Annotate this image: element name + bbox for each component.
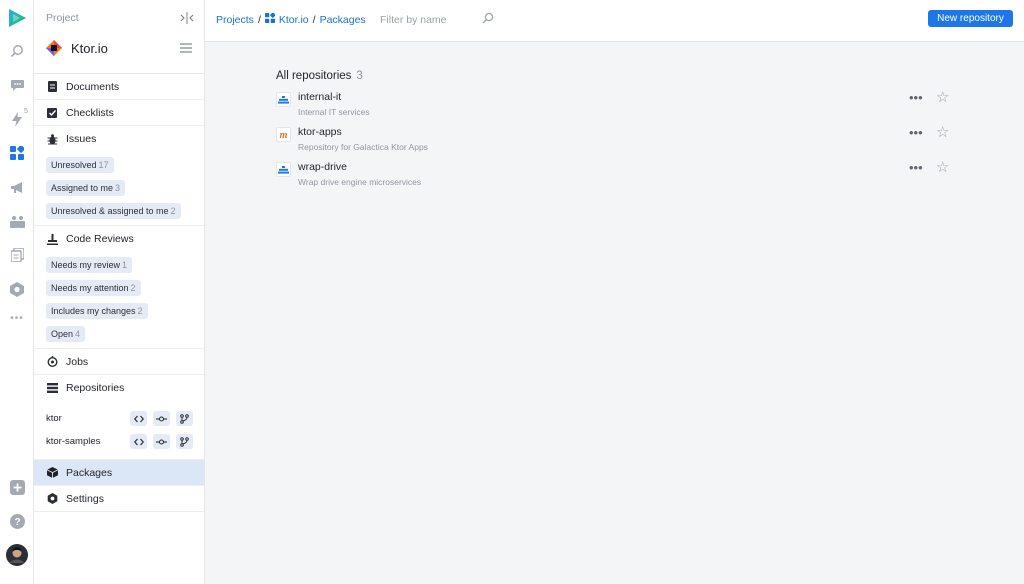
help-icon[interactable]: ? — [8, 512, 26, 530]
settings-icon — [46, 493, 58, 505]
svg-text:?: ? — [14, 517, 20, 528]
add-icon[interactable] — [8, 478, 26, 496]
chip-includes-my-changes[interactable]: Includes my changes 2 — [46, 303, 148, 319]
app-rail: 5 ••• ? — [0, 0, 34, 584]
sidebar-item-label: Repositories — [66, 382, 125, 394]
repo-name: ktor — [46, 413, 62, 424]
repository-description: Repository for Galactica Ktor Apps — [298, 142, 428, 152]
breadcrumb-separator: / — [257, 13, 261, 26]
star-icon[interactable]: ☆ — [936, 88, 949, 106]
repository-name[interactable]: wrap-drive — [298, 161, 347, 173]
sidebar-repo-row[interactable]: ktor — [34, 407, 204, 430]
document-icon — [46, 81, 58, 93]
sidebar-item-label: Jobs — [66, 355, 89, 368]
repositories-icon — [46, 382, 58, 394]
repository-name[interactable]: internal-it — [298, 91, 341, 103]
repository-count: 3 — [356, 70, 363, 82]
breadcrumb-project-link[interactable]: Ktor.io — [279, 14, 309, 26]
more-options-icon[interactable]: ••• — [909, 125, 923, 140]
hexagon-icon[interactable] — [8, 280, 26, 298]
chat-icon[interactable] — [8, 76, 26, 94]
code-browse-button[interactable] — [130, 434, 147, 449]
repository-description: Internal IT services — [298, 107, 370, 117]
apps-icon — [264, 12, 276, 26]
search-icon[interactable] — [8, 42, 26, 60]
chip-assigned-to-me[interactable]: Assigned to me 3 — [46, 180, 126, 196]
chip-needs-my-review[interactable]: Needs my review 1 — [46, 257, 133, 273]
logo-icon[interactable] — [7, 8, 27, 28]
sidebar-item-checklists[interactable]: Checklists — [34, 100, 204, 126]
search-icon[interactable] — [482, 12, 494, 24]
team-icon[interactable] — [8, 212, 26, 230]
more-options-icon[interactable]: ••• — [909, 90, 923, 105]
branches-button[interactable] — [176, 411, 193, 426]
breadcrumb: Projects / Ktor.io / Packages — [216, 12, 366, 26]
maven-icon: m — [276, 127, 291, 142]
megaphone-icon[interactable] — [8, 178, 26, 196]
star-icon[interactable]: ☆ — [936, 123, 949, 141]
jobs-icon — [46, 356, 58, 368]
sidebar-item-settings[interactable]: Settings — [34, 486, 204, 512]
sidebar-item-label: Issues — [66, 133, 97, 145]
sidebar-item-label: Checklists — [66, 106, 114, 119]
sidebar-item-label: Settings — [66, 492, 104, 505]
sidebar-item-jobs[interactable]: Jobs — [34, 349, 204, 375]
commits-button[interactable] — [153, 434, 170, 449]
sidebar-section-label: Project — [46, 12, 79, 24]
sidebar-repo-row[interactable]: ktor-samples — [34, 430, 204, 453]
sidebar-item-label: Packages — [66, 466, 113, 479]
sidebar-repo-list: ktor ktor-samples — [34, 401, 204, 460]
sidebar-item-code-reviews[interactable]: Code Reviews — [34, 226, 204, 252]
hamburger-menu-icon[interactable] — [180, 43, 192, 53]
chip-unresolved[interactable]: Unresolved 17 — [46, 157, 114, 173]
more-icon[interactable]: ••• — [8, 309, 26, 327]
breadcrumb-current-page[interactable]: Packages — [320, 14, 366, 26]
project-name[interactable]: Ktor.io — [71, 41, 108, 56]
avatar[interactable] — [6, 544, 28, 566]
container-icon — [276, 92, 291, 107]
filter-input[interactable] — [380, 12, 495, 28]
list-item[interactable]: wrap-drive Wrap drive engine microservic… — [276, 158, 956, 194]
collapse-sidebar-icon[interactable] — [180, 12, 194, 24]
new-repository-button[interactable]: New repository — [928, 10, 1013, 27]
checklist-icon — [46, 107, 58, 119]
page-title: All repositories 3 — [276, 70, 363, 82]
docs-icon[interactable] — [8, 246, 26, 264]
branches-button[interactable] — [176, 434, 193, 449]
sidebar-header: Project Ktor.io — [34, 0, 204, 74]
commits-button[interactable] — [153, 411, 170, 426]
top-bar: Projects / Ktor.io / Packages New reposi… — [205, 0, 1024, 42]
sidebar-item-label: Code Reviews — [66, 233, 134, 245]
code-browse-button[interactable] — [130, 411, 147, 426]
breadcrumb-projects-link[interactable]: Projects — [216, 14, 254, 26]
sidebar-item-label: Documents — [66, 80, 120, 93]
container-icon — [276, 162, 291, 177]
breadcrumb-separator: / — [312, 13, 316, 26]
code-review-icon — [46, 233, 58, 245]
project-logo-icon — [46, 40, 62, 56]
repository-name[interactable]: ktor-apps — [298, 126, 342, 138]
issue-filter-chips: Unresolved 17 Assigned to me 3 Unresolved … — [34, 152, 204, 226]
chip-unresolved-assigned[interactable]: Unresolved & assigned to me 2 — [46, 203, 181, 219]
review-filter-chips: Needs my review 1 Needs my attention 2 Inc… — [34, 252, 204, 349]
star-icon[interactable]: ☆ — [936, 158, 949, 176]
list-item[interactable]: internal-it Internal IT services ••• ☆ — [276, 88, 956, 124]
project-sidebar: Project Ktor.io Documents Checklists Iss… — [34, 0, 205, 584]
sidebar-item-documents[interactable]: Documents — [34, 74, 204, 100]
lightning-badge: 5 — [24, 108, 28, 115]
svg-text:m: m — [280, 130, 288, 140]
repo-name: ktor-samples — [46, 436, 101, 447]
chip-open[interactable]: Open 4 — [46, 326, 86, 342]
bug-icon — [46, 133, 58, 145]
more-options-icon[interactable]: ••• — [909, 160, 923, 175]
sidebar-item-packages[interactable]: Packages — [34, 460, 204, 486]
chip-needs-my-attention[interactable]: Needs my attention 2 — [46, 280, 141, 296]
package-icon — [46, 467, 58, 479]
repository-description: Wrap drive engine microservices — [298, 177, 422, 187]
list-item[interactable]: m ktor-apps Repository for Galactica Kto… — [276, 123, 956, 159]
sidebar-item-issues[interactable]: Issues — [34, 126, 204, 152]
apps-icon[interactable] — [8, 144, 26, 162]
sidebar-item-repositories[interactable]: Repositories — [34, 375, 204, 401]
